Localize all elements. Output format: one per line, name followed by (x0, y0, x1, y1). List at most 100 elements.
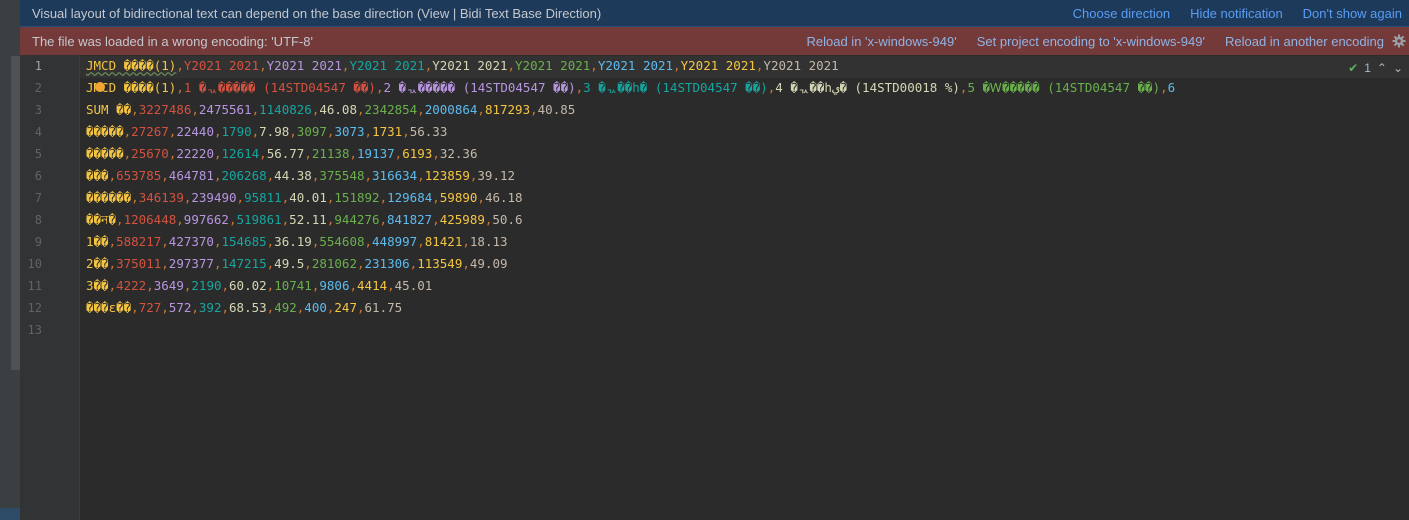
intention-bulb-icon[interactable] (95, 82, 105, 92)
line-number: 7 (34, 191, 42, 205)
csv-field: 129684 (387, 190, 433, 205)
csv-field: Y2021 2021 (349, 58, 425, 73)
csv-field: ����� (86, 146, 124, 161)
field-separator: , (417, 234, 425, 249)
field-separator: , (213, 146, 222, 161)
field-separator: , (356, 102, 365, 117)
reload-in-encoding-link[interactable]: Reload in 'x-windows-949' (807, 34, 957, 49)
csv-field: ������ (86, 190, 132, 205)
field-separator: , (432, 212, 440, 227)
csv-field: 4222 (116, 278, 147, 293)
field-separator: , (259, 146, 267, 161)
hide-notification-link[interactable]: Hide notification (1190, 6, 1283, 21)
csv-field: 22440 (176, 124, 214, 139)
csv-field: 4 �ᆪ��hي� (14STD00018 %) (775, 80, 960, 95)
csv-field: Y2021 2021 (763, 58, 839, 73)
csv-field: Y2021 2021 (183, 58, 260, 73)
field-separator: , (432, 190, 440, 205)
field-separator: , (108, 168, 117, 183)
code-line: JMCD ����(1),1 �ᆪ����� (14STD04547 ��),2… (86, 77, 1175, 99)
csv-field: 40.85 (537, 102, 576, 117)
csv-field: 3�� (86, 278, 109, 293)
tool-window-marker-bottom[interactable] (0, 508, 20, 520)
csv-field: 2475561 (198, 102, 252, 117)
editor-area[interactable]: ✔ 1 ⌃ ⌄ JMCD ����(1),Y2021 2021,Y2021 20… (80, 55, 1409, 520)
csv-field: 39.12 (477, 168, 516, 183)
field-separator: , (176, 212, 184, 227)
field-separator: , (161, 234, 169, 249)
csv-field: 81421 (424, 234, 463, 249)
csv-field: 375548 (319, 168, 365, 183)
csv-field: 36.19 (274, 234, 312, 249)
field-separator: , (108, 278, 117, 293)
csv-field: 239490 (191, 190, 237, 205)
line-number: 4 (34, 125, 42, 139)
csv-field: 6 (1167, 80, 1176, 95)
bidi-notification-banner: Visual layout of bidirectional text can … (20, 0, 1409, 27)
csv-field: 123859 (424, 168, 470, 183)
csv-field: 448997 (372, 234, 418, 249)
line-number: 2 (34, 81, 42, 95)
field-separator: , (417, 168, 425, 183)
field-separator: , (289, 124, 297, 139)
csv-field: 27267 (131, 124, 169, 139)
field-separator: , (146, 278, 154, 293)
field-separator: , (213, 124, 222, 139)
csv-field: 56.33 (409, 124, 448, 139)
field-separator: , (673, 58, 681, 73)
csv-field: 21138 (311, 146, 350, 161)
tool-window-strip (0, 0, 20, 520)
csv-field: 4414 (357, 278, 388, 293)
csv-field: 46.18 (484, 190, 523, 205)
next-highlight-icon[interactable]: ⌄ (1393, 61, 1403, 75)
field-separator: , (161, 168, 169, 183)
code-line: JMCD ����(1),Y2021 2021,Y2021 2021,Y2021… (86, 55, 839, 77)
csv-field: 1206448 (123, 212, 177, 227)
csv-field: 425989 (439, 212, 485, 227)
field-separator: , (251, 102, 260, 117)
csv-field: 2�� (86, 256, 109, 271)
previous-highlight-icon[interactable]: ⌃ (1377, 61, 1387, 75)
field-separator: , (161, 300, 169, 315)
csv-field: 52.11 (289, 212, 327, 227)
csv-field: 1790 (221, 124, 252, 139)
csv-field: 5 �Ꮃ����� (14STD04547 ��) (967, 80, 1161, 95)
inspection-widget[interactable]: ✔ 1 ⌃ ⌄ (1348, 57, 1409, 79)
code-line: ��ন�,1206448,997662,519861,52.11,944276,… (86, 209, 523, 231)
field-separator: , (221, 278, 230, 293)
csv-field: 154685 (221, 234, 267, 249)
csv-field: 147215 (221, 256, 267, 271)
gear-icon[interactable] (1392, 34, 1406, 48)
csv-field: 1731 (372, 124, 403, 139)
field-separator: , (259, 58, 267, 73)
csv-field: 653785 (116, 168, 162, 183)
csv-field: 18.13 (469, 234, 508, 249)
csv-field: 10741 (274, 278, 312, 293)
csv-field: 25670 (131, 146, 169, 161)
csv-field: 60.02 (229, 278, 267, 293)
code-line: 1��,588217,427370,154685,36.19,554608,44… (86, 231, 508, 253)
line-number-gutter[interactable]: 1 2 3 4 5 6 7 8 9 10 11 12 13 (20, 55, 80, 520)
csv-field: 2342854 (364, 102, 418, 117)
code-line: 2��,375011,297377,147215,49.5,281062,231… (86, 253, 508, 275)
field-separator: , (131, 300, 139, 315)
csv-field: 12614 (221, 146, 260, 161)
set-project-encoding-link[interactable]: Set project encoding to 'x-windows-949' (977, 34, 1205, 49)
field-separator: , (402, 124, 410, 139)
csv-field: 49.09 (469, 256, 508, 271)
choose-direction-link[interactable]: Choose direction (1073, 6, 1171, 21)
code-line: ���ε��,727,572,392,68.53,492,400,247,61.… (86, 297, 402, 319)
field-separator: , (530, 102, 538, 117)
code-line: 3��,4222,3649,2190,60.02,10741,9806,4414… (86, 275, 432, 297)
csv-field: 22220 (176, 146, 214, 161)
dont-show-again-link[interactable]: Don't show again (1303, 6, 1402, 21)
reload-another-encoding-link[interactable]: Reload in another encoding (1225, 34, 1384, 49)
csv-field: Y2021 2021 (266, 58, 342, 73)
csv-field: 2 �ᆪ����� (14STD04547 ��) (383, 80, 576, 95)
csv-field: 46.08 (319, 102, 357, 117)
field-separator: , (116, 212, 124, 227)
tool-window-marker[interactable] (11, 56, 20, 370)
csv-field: 944276 (334, 212, 380, 227)
csv-field: 59890 (439, 190, 478, 205)
field-separator: , (462, 256, 470, 271)
